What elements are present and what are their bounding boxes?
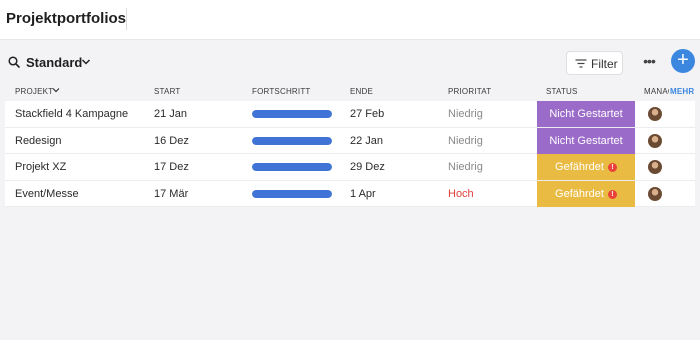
status-label: Nicht Gestartet	[549, 108, 623, 120]
project-table: Stackfield 4 Kampagne 21 Jan 27 Feb Nied…	[5, 101, 695, 207]
view-selector-label[interactable]: Standard	[26, 55, 82, 70]
manager-avatar[interactable]	[648, 133, 662, 148]
more-options-icon[interactable]: •••	[640, 54, 658, 72]
status-label: Nicht Gestartet	[549, 134, 623, 147]
end-date: 22 Jan	[350, 134, 384, 147]
start-date: 17 Dez	[154, 161, 189, 173]
progress-bar	[252, 163, 332, 171]
project-name[interactable]: Projekt XZ	[15, 161, 66, 173]
status-badge[interactable]: Nicht Gestartet	[537, 127, 635, 154]
column-header-priority[interactable]: PRIORITAT	[448, 87, 491, 96]
progress-fill	[252, 163, 332, 171]
project-name[interactable]: Stackfield 4 Kampagne	[15, 108, 128, 120]
column-header-project[interactable]: PROJEKT	[15, 87, 53, 96]
progress-bar	[252, 136, 332, 145]
progress-fill	[252, 110, 332, 118]
add-project-button[interactable]: +	[671, 49, 695, 73]
project-name[interactable]: Redesign	[15, 135, 61, 147]
manager-avatar[interactable]	[648, 186, 662, 201]
warning-icon: !	[607, 189, 617, 199]
manager-avatar[interactable]	[648, 160, 662, 174]
status-badge[interactable]: Nicht Gestartet	[537, 101, 635, 127]
more-columns-link[interactable]: MEHR	[670, 87, 694, 96]
table-header: PROJEKT START FORTSCHRITT ENDE PRIORITAT…	[0, 84, 700, 100]
chevron-down-icon[interactable]	[81, 58, 91, 66]
filter-button-label: Filter	[591, 57, 618, 71]
priority-label: Hoch	[448, 187, 474, 200]
progress-fill	[252, 136, 332, 145]
table-row[interactable]: Event/Messe 17 Mär 1 Apr Hoch Gefährdet!	[5, 180, 695, 207]
end-date: 27 Feb	[350, 108, 385, 120]
status-label: Gefährdet	[555, 161, 604, 173]
filter-icon	[575, 59, 587, 68]
start-date: 16 Dez	[154, 134, 189, 147]
page-title: Projektportfolios	[6, 10, 127, 27]
start-date: 17 Mär	[154, 187, 189, 200]
view-toolbar: Standard Filter ••• +	[0, 48, 700, 80]
column-header-progress[interactable]: FORTSCHRITT	[252, 87, 311, 96]
warning-icon: !	[607, 163, 617, 172]
filter-button[interactable]: Filter	[566, 51, 623, 75]
column-header-end[interactable]: ENDE	[350, 87, 373, 96]
table-row[interactable]: Redesign 16 Dez 22 Jan Niedrig Nicht Ges…	[5, 127, 695, 154]
status-badge[interactable]: Gefährdet!	[537, 154, 635, 180]
project-name[interactable]: Event/Messe	[15, 188, 79, 200]
table-row[interactable]: Stackfield 4 Kampagne 21 Jan 27 Feb Nied…	[5, 101, 695, 128]
priority-label: Niedrig	[448, 108, 483, 120]
column-header-status[interactable]: STATUS	[546, 87, 578, 96]
end-date: 29 Dez	[350, 161, 385, 173]
search-icon[interactable]	[8, 56, 20, 68]
start-date: 21 Jan	[154, 108, 188, 120]
priority-label: Niedrig	[448, 134, 483, 147]
table-row[interactable]: Projekt XZ 17 Dez 29 Dez Niedrig Gefährd…	[5, 154, 695, 181]
progress-bar	[252, 189, 332, 198]
progress-bar	[252, 110, 332, 118]
end-date: 1 Apr	[350, 187, 376, 200]
status-badge[interactable]: Gefährdet!	[537, 180, 635, 207]
priority-label: Niedrig	[448, 161, 483, 173]
title-divider	[126, 8, 127, 30]
top-bar: Projektportfolios	[0, 0, 700, 40]
status-label: Gefährdet	[555, 187, 604, 200]
column-header-manager[interactable]: MANAGER	[644, 87, 669, 96]
progress-fill	[252, 189, 332, 198]
column-header-start[interactable]: START	[154, 87, 180, 96]
sort-chevron-icon[interactable]	[52, 87, 60, 93]
manager-avatar[interactable]	[648, 107, 662, 121]
